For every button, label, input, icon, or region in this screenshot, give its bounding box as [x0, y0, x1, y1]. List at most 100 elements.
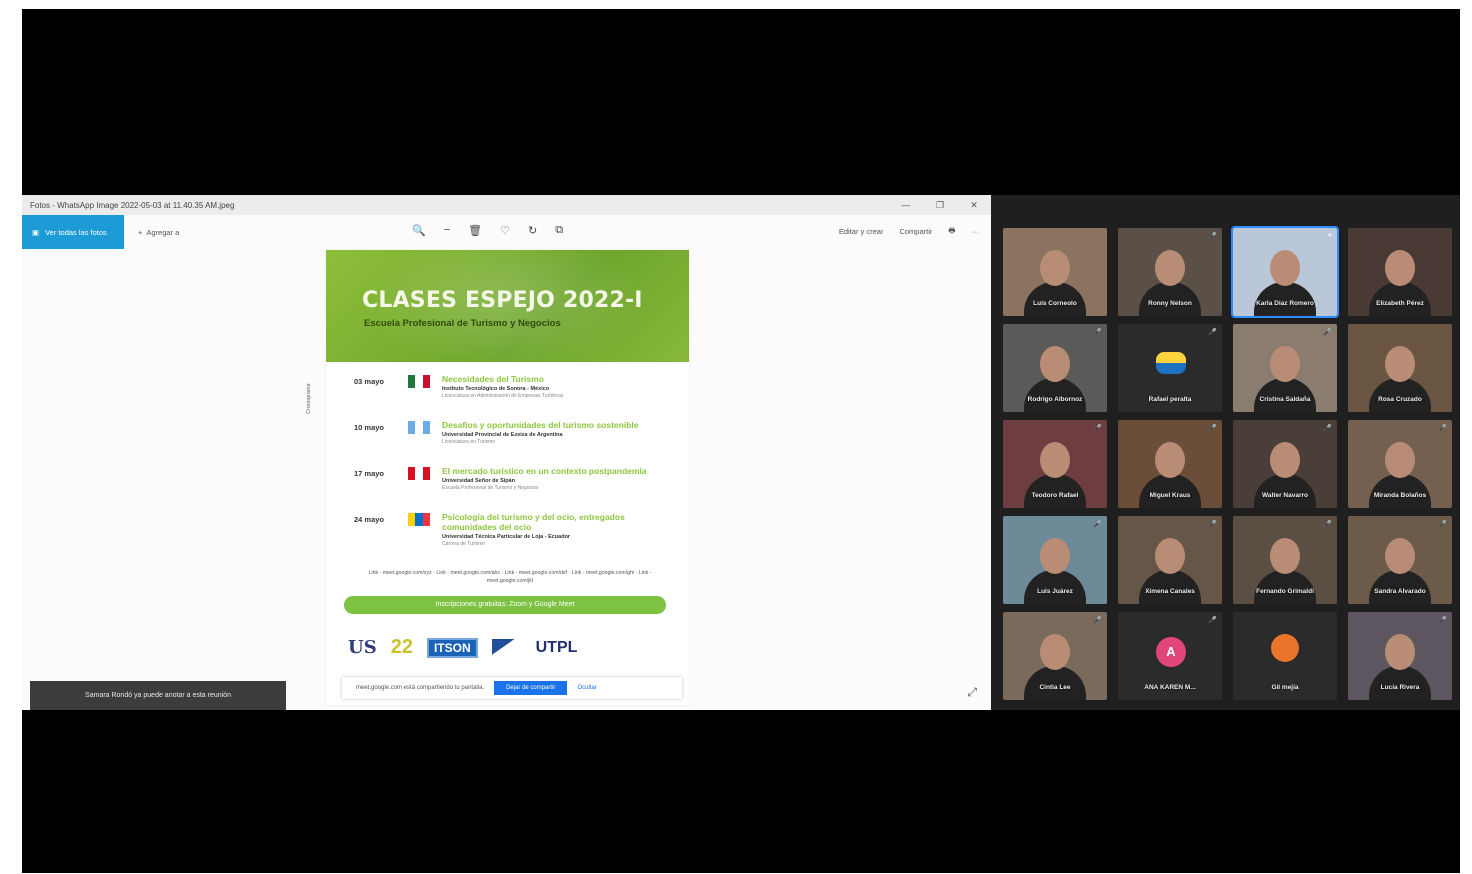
- notification-message: meet.google.com está compartiendo tu pan…: [356, 685, 485, 691]
- participant-face: [1155, 250, 1185, 286]
- flyer-image: CLASES ESPEJO 2022-I Escuela Profesional…: [306, 250, 689, 705]
- participant-tile[interactable]: 🎤 Cristina Saldaña: [1233, 324, 1337, 412]
- participant-name: Walter Navarro: [1262, 492, 1308, 499]
- participant-tile[interactable]: Luis Corneolo: [1003, 228, 1107, 316]
- participant-tile[interactable]: 🎤 Miranda Bolaños: [1348, 420, 1452, 508]
- participant-name: Rosa Cruzado: [1378, 396, 1422, 403]
- participant-tile[interactable]: Elizabeth Pérez: [1348, 228, 1452, 316]
- participant-face: [1270, 538, 1300, 574]
- mic-muted-icon: 🎤: [1208, 233, 1217, 240]
- stop-sharing-button[interactable]: Dejar de compartir: [494, 681, 568, 695]
- country-flag-icon: [408, 467, 430, 480]
- hide-notification-button[interactable]: Ocultar: [577, 685, 596, 691]
- participant-face: [1040, 250, 1070, 286]
- participant-tile[interactable]: Gil mejía: [1233, 612, 1337, 700]
- viewer-right-tools: Editar y crear Compartir 🖶 ···: [839, 225, 979, 238]
- participant-name: Elizabeth Pérez: [1376, 300, 1424, 307]
- participant-tile[interactable]: 🎤 Walter Navarro: [1233, 420, 1337, 508]
- participant-video: [1254, 282, 1316, 316]
- participant-tile[interactable]: Rosa Cruzado: [1348, 324, 1452, 412]
- minimize-button[interactable]: —: [889, 200, 923, 210]
- mic-muted-icon: 🎤: [1208, 329, 1217, 336]
- window-title: Fotos - WhatsApp Image 2022-05-03 at 11.…: [30, 200, 235, 210]
- participant-name: Sandra Alvarado: [1374, 588, 1426, 595]
- close-button[interactable]: ✕: [957, 200, 991, 211]
- add-to-button[interactable]: + Agregar a: [138, 228, 179, 237]
- partner-logos: US 22 ITSON UTPL: [348, 636, 668, 659]
- flyer-title: CLASES ESPEJO 2022-I: [362, 288, 643, 313]
- participant-tile[interactable]: 🎤 Luis Juárez: [1003, 516, 1107, 604]
- schedule-date: 24 mayo: [354, 515, 385, 524]
- participant-video: [1139, 474, 1201, 508]
- participant-tile[interactable]: 🎤 Sandra Alvarado: [1348, 516, 1452, 604]
- rotate-icon[interactable]: ↻: [528, 224, 537, 237]
- participant-face: [1270, 346, 1300, 382]
- participant-tile[interactable]: 🎤 Fernando Grimaldi: [1233, 516, 1337, 604]
- schedule-date: 17 mayo: [354, 469, 385, 478]
- participant-tile[interactable]: A 🎤 ANA KAREN M...: [1118, 612, 1222, 700]
- participant-face: [1040, 634, 1070, 670]
- schedule-vertical-label: Cronograma: [306, 383, 312, 414]
- participant-tile[interactable]: 🎤 Rafael peralta: [1118, 324, 1222, 412]
- print-icon[interactable]: 🖶: [948, 225, 955, 238]
- participant-tile[interactable]: 🎤 Rodrigo Albornoz: [1003, 324, 1107, 412]
- anniversary-logo: 22: [390, 636, 413, 658]
- mic-muted-icon: 🎤: [1208, 425, 1217, 432]
- participant-name: Rodrigo Albornoz: [1027, 396, 1083, 403]
- participant-name: ANA KAREN M...: [1144, 684, 1196, 691]
- participant-video: [1024, 378, 1086, 412]
- schedule-institution: Universidad Técnica Particular de Loja -…: [442, 534, 571, 540]
- delete-icon[interactable]: 🗑: [468, 224, 482, 237]
- participant-name: Fernando Grimaldi: [1256, 588, 1314, 595]
- participant-name: Luis Corneolo: [1033, 300, 1077, 307]
- participant-tile[interactable]: 🎤 Teodoro Rafael: [1003, 420, 1107, 508]
- add-to-label: Agregar a: [146, 227, 180, 237]
- mic-muted-icon: 🎤: [1438, 425, 1447, 432]
- participants-gallery: Luis Corneolo 🎤 Ronny Nelson ● Karla Diaz Ro…: [991, 195, 1460, 710]
- uss-logo: US: [348, 637, 377, 658]
- participant-video: [1369, 570, 1431, 604]
- viewer-tool-icons: 🔍 − 🗑 ♡ ↻ ⧉: [412, 224, 563, 237]
- schedule-topic: El mercado turístico en un contexto post…: [442, 466, 647, 476]
- favorite-icon[interactable]: ♡: [500, 224, 510, 237]
- crop-icon[interactable]: ⧉: [555, 224, 563, 237]
- see-all-photos-button[interactable]: ▣ Ver todas las fotos: [22, 215, 124, 249]
- maximize-button[interactable]: ❐: [923, 200, 957, 211]
- edit-create-button[interactable]: Editar y crear: [839, 227, 884, 236]
- participant-tile[interactable]: 🎤 Ximena Canales: [1118, 516, 1222, 604]
- participant-name: Teodoro Rafael: [1031, 492, 1079, 499]
- participant-face: [1040, 346, 1070, 382]
- flyer-banner: CLASES ESPEJO 2022-I Escuela Profesional…: [326, 250, 689, 362]
- participant-name: Cristina Saldaña: [1259, 396, 1311, 403]
- participant-tile[interactable]: 🎤 Lucía Rivera: [1348, 612, 1452, 700]
- participant-face: [1385, 538, 1415, 574]
- schedule-topic: Necesidades del Turismo: [442, 374, 544, 384]
- zoom-out-icon[interactable]: −: [444, 224, 450, 237]
- schedule-list: Cronograma 03 mayo Necesidades del Turism…: [306, 374, 668, 562]
- window-titlebar: Fotos - WhatsApp Image 2022-05-03 at 11.…: [22, 195, 991, 215]
- participant-name: Luis Juárez: [1037, 588, 1073, 595]
- participant-tile[interactable]: ● Karla Diaz Romero: [1231, 226, 1339, 318]
- share-button[interactable]: Compartir: [899, 227, 932, 236]
- schedule-institution: Universidad Provincial de Ezeiza de Arge…: [442, 432, 563, 438]
- participant-video: [1369, 378, 1431, 412]
- schedule-institution: Instituto Tecnológico de Sonora - México: [442, 386, 550, 392]
- mic-muted-icon: 🎤: [1093, 617, 1102, 624]
- more-icon[interactable]: ···: [972, 227, 980, 236]
- participant-face: [1385, 250, 1415, 286]
- participant-tile[interactable]: 🎤 Miguel Kraus: [1118, 420, 1222, 508]
- screen-share-notification: meet.google.com está compartiendo tu pan…: [342, 677, 682, 699]
- expand-icon[interactable]: ⤢: [967, 685, 977, 700]
- participant-tile[interactable]: 🎤 Ronny Nelson: [1118, 228, 1222, 316]
- meeting-links: Link - meet.google.com/xyz · Link - meet…: [368, 570, 652, 584]
- participant-face: [1040, 538, 1070, 574]
- participant-video: [1139, 570, 1201, 604]
- participant-video: [1369, 474, 1431, 508]
- participant-face: [1155, 442, 1185, 478]
- photo-icon: ▣: [32, 227, 40, 237]
- schedule-row: 03 mayo Necesidades del Turismo Instituto …: [348, 374, 668, 420]
- mic-muted-icon: 🎤: [1438, 617, 1447, 624]
- zoom-in-icon[interactable]: 🔍: [412, 224, 426, 237]
- participant-tile[interactable]: 🎤 Cintia Lee: [1003, 612, 1107, 700]
- participant-name: Ximena Canales: [1145, 588, 1195, 595]
